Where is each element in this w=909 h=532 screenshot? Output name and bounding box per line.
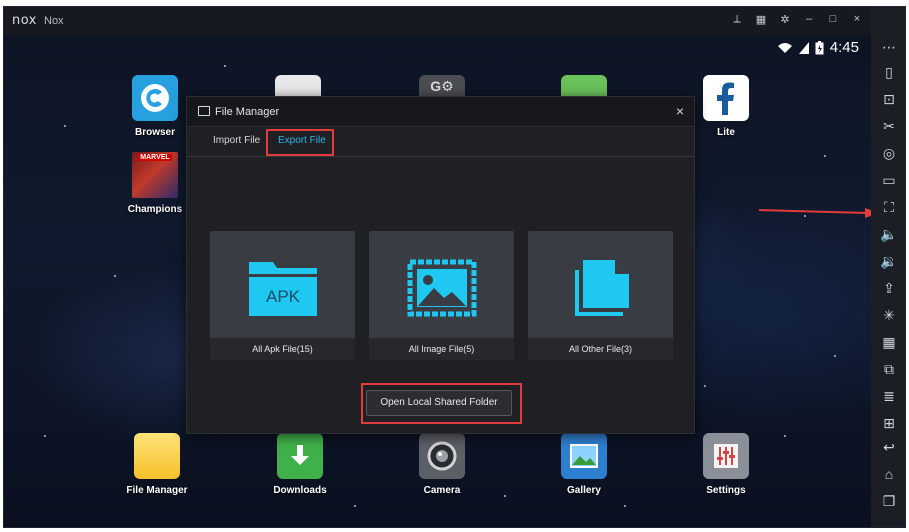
- apk-folder-icon: APK: [249, 262, 317, 316]
- pin-icon[interactable]: ⟂: [731, 13, 743, 26]
- keymap-icon[interactable]: ▦: [879, 332, 899, 352]
- sliders-icon: [703, 433, 749, 479]
- home-icon[interactable]: ⌂: [879, 464, 899, 484]
- champions-icon: MARVEL: [132, 152, 178, 198]
- shake-icon[interactable]: ▯: [879, 62, 899, 82]
- window-controls: ⟂ ▦ ✲ – □ ×: [731, 13, 863, 26]
- app-label: Browser: [134, 127, 175, 138]
- recent-apps-icon[interactable]: ❐: [879, 491, 899, 511]
- title-bar: nox Nox ⟂ ▦ ✲ – □ ×: [4, 7, 871, 35]
- clock: 4:45: [829, 39, 859, 56]
- app-downloads[interactable]: Downloads: [260, 433, 340, 496]
- loading-icon[interactable]: ✳: [879, 305, 899, 325]
- install-apk-icon[interactable]: ⇪: [879, 278, 899, 298]
- gallery-icon: [561, 433, 607, 479]
- scissors-icon[interactable]: ✂: [879, 116, 899, 136]
- close-icon[interactable]: ×: [676, 103, 684, 119]
- red-arrow-annotation: [759, 208, 879, 218]
- app-champions[interactable]: MARVEL Champions: [115, 152, 195, 215]
- tab-import-file[interactable]: Import File: [213, 135, 260, 146]
- emulator-toolbar: ⋯ ▯ ⊡ ✂ ◎ ▭ ⛶ 🔈 🔉 ⇪ ✳ ▦ ⧉ ≣ ⊞ ↩ ⌂ ❐: [871, 7, 905, 527]
- close-button[interactable]: ×: [851, 13, 863, 26]
- fullscreen-icon[interactable]: ⛶: [879, 197, 899, 217]
- app-browser[interactable]: Browser: [115, 75, 195, 138]
- export-tab-highlight: [266, 129, 334, 156]
- nox-window: nox Nox ⟂ ▦ ✲ – □ × 4:45 Browser G⚙ Lite…: [3, 6, 906, 528]
- app-label: Gallery: [567, 485, 601, 496]
- sync-icon[interactable]: ⊞: [879, 413, 899, 433]
- more-icon[interactable]: ⋯: [879, 37, 899, 57]
- macro-icon[interactable]: ≣: [879, 386, 899, 406]
- app-camera[interactable]: Camera: [402, 433, 482, 496]
- documents-icon: [575, 260, 629, 316]
- apk-icon-text: APK: [266, 287, 301, 306]
- camera-icon: [419, 433, 465, 479]
- app-label: Lite: [717, 127, 735, 138]
- dialog-tabs: Import File Export File: [187, 127, 694, 157]
- app-label: Downloads: [273, 485, 327, 496]
- wifi-icon: [777, 42, 792, 53]
- app-file-manager[interactable]: File Manager: [117, 433, 197, 496]
- app-gallery[interactable]: Gallery: [544, 433, 624, 496]
- battery-icon: [815, 40, 824, 54]
- card-all-apk-files[interactable]: APK All Apk File(15): [210, 231, 355, 360]
- app-games[interactable]: [544, 75, 624, 97]
- card-all-image-files[interactable]: All Image File(5): [369, 231, 514, 360]
- android-status-bar: 4:45: [777, 39, 859, 56]
- app-google-settings[interactable]: G⚙: [402, 75, 482, 97]
- nox-logo: nox: [12, 13, 37, 28]
- keyboard-icon[interactable]: ▦: [755, 13, 767, 26]
- image-icon: [407, 259, 477, 317]
- folder-icon: [134, 433, 180, 479]
- file-manager-dialog: File Manager × Import File Export File A…: [186, 96, 695, 434]
- gear-icon[interactable]: ✲: [779, 13, 791, 26]
- dialog-header: File Manager ×: [187, 97, 694, 127]
- card-label: All Apk File(15): [210, 338, 355, 360]
- location-icon[interactable]: ◎: [879, 143, 899, 163]
- android-home-screen: 4:45 Browser G⚙ Lite MARVEL Champions Fi…: [4, 35, 879, 527]
- signal-icon: [798, 41, 809, 54]
- volume-up-icon[interactable]: 🔈: [879, 224, 899, 244]
- minimize-button[interactable]: –: [803, 13, 815, 26]
- maximize-button[interactable]: □: [827, 13, 839, 26]
- facebook-icon: [703, 75, 749, 121]
- play-store-icon: [275, 75, 321, 97]
- card-all-other-files[interactable]: All Other File(3): [528, 231, 673, 360]
- card-label: All Other File(3): [528, 338, 673, 360]
- window-title: Nox: [44, 15, 64, 27]
- screenshot-icon[interactable]: ⊡: [879, 89, 899, 109]
- volume-down-icon[interactable]: 🔉: [879, 251, 899, 271]
- card-label: All Image File(5): [369, 338, 514, 360]
- app-play-store[interactable]: [258, 75, 338, 97]
- download-icon: [277, 433, 323, 479]
- app-label: Camera: [423, 485, 461, 496]
- app-facebook-lite[interactable]: Lite: [686, 75, 766, 138]
- multi-instance-icon[interactable]: ⧉: [879, 359, 899, 379]
- app-label: Settings: [706, 485, 746, 496]
- file-share-icon[interactable]: ▭: [879, 170, 899, 190]
- marvel-badge: MARVEL: [138, 154, 172, 161]
- google-settings-icon: G⚙: [419, 75, 465, 97]
- app-settings[interactable]: Settings: [686, 433, 766, 496]
- file-manager-icon: [198, 106, 210, 116]
- browser-icon: [132, 75, 178, 121]
- app-label: Champions: [127, 204, 183, 215]
- gamepad-icon: [561, 75, 607, 97]
- back-icon[interactable]: ↩: [879, 437, 899, 457]
- dialog-title: File Manager: [215, 106, 280, 118]
- open-local-shared-folder-button[interactable]: Open Local Shared Folder: [366, 390, 512, 416]
- app-label: File Manager: [126, 485, 188, 496]
